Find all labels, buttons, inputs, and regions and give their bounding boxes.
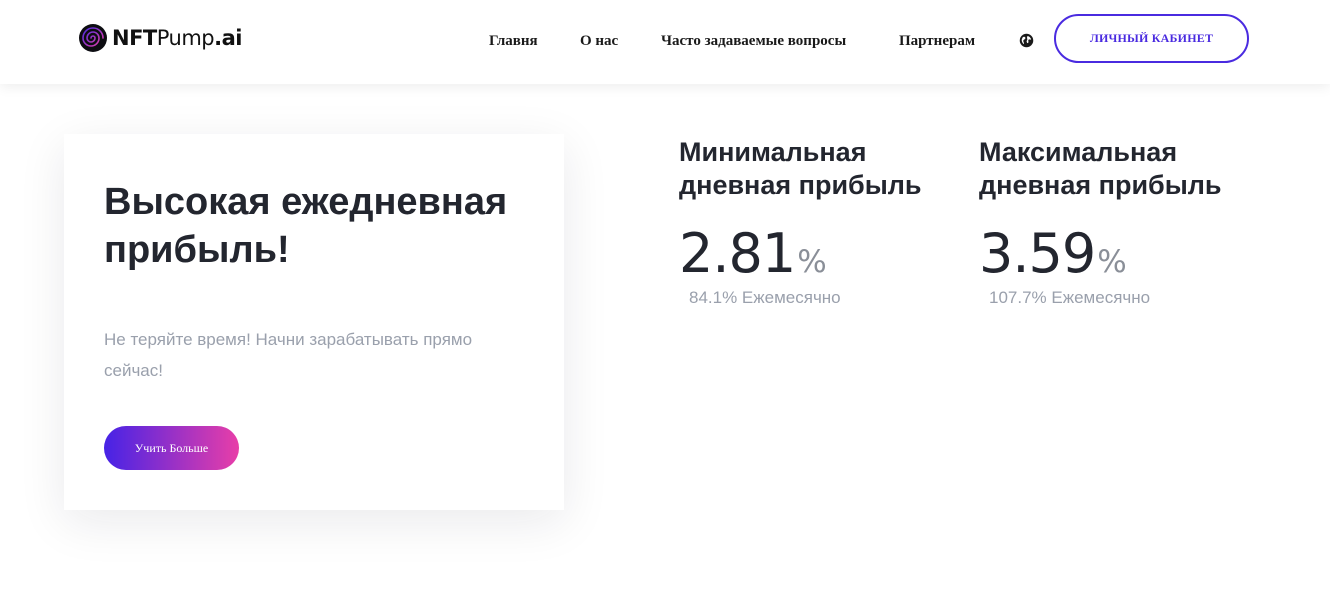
hero-subtitle: Не теряйте время! Начни зарабатывать пря… [104,330,473,380]
learn-more-button[interactable]: Учить Больше [104,426,239,470]
logo-swirl-icon [79,24,107,52]
nav-faq[interactable]: Часто задаваемые вопросы [661,31,846,51]
nav-about[interactable]: О нас [580,31,618,51]
nav-home[interactable]: Главня [489,31,538,51]
stat-title: Максимальная дневная прибыль [979,137,1222,200]
site-logo[interactable]: NFTPump.ai [78,22,242,54]
nav-partners[interactable]: Партнерам [899,31,975,51]
logo-text-pump: Pump [156,26,215,50]
stat-unit: % [1097,244,1127,280]
logo-text: NFTPump.ai [112,26,242,50]
stat-monthly: 107.7% Ежемесячно [989,288,1151,307]
max-daily-profit-stat: Максимальная дневная прибыль 3.59 % 107.… [979,136,1259,308]
stat-value-row: 3.59 % [979,222,1259,282]
min-daily-profit-stat: Минимальная дневная прибыль 2.81 % 84.1%… [679,136,959,308]
stat-value: 3.59 [979,222,1096,285]
globe-icon[interactable] [1019,33,1034,48]
personal-cabinet-button[interactable]: ЛИЧНЫЙ КАБИНЕТ [1054,14,1249,63]
stat-value-row: 2.81 % [679,222,959,282]
stat-monthly: 84.1% Ежемесячно [689,288,841,307]
stat-value: 2.81 [679,222,796,285]
site-header: NFTPump.ai Главня О нас Часто задаваемые… [0,0,1330,84]
stat-title: Минимальная дневная прибыль [679,137,922,200]
logo-text-nft: NFT [112,26,157,50]
hero-title: Высокая ежедневная прибыль! [104,181,508,271]
hero-card: Высокая ежедневная прибыль! Не теряйте в… [64,134,564,510]
logo-text-ai: .ai [214,26,242,50]
stat-unit: % [797,244,827,280]
